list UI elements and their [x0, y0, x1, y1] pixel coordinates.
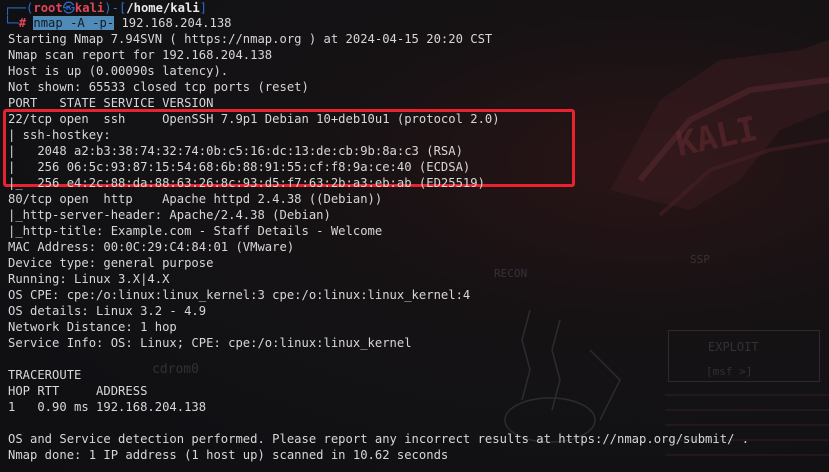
- wallpaper-exploit-box: [668, 330, 820, 382]
- output-line: Nmap done: 1 IP address (1 host up) scan…: [8, 448, 449, 462]
- prompt-separator: )-[: [104, 1, 127, 15]
- output-line: OS CPE: cpe:/o:linux:linux_kernel:3 cpe:…: [8, 288, 471, 302]
- output-line: Service Info: OS: Linux; CPE: cpe:/o:lin…: [8, 336, 412, 350]
- wallpaper-exploit-text: EXPLOIT: [708, 340, 759, 354]
- prompt-corner: ┌──(: [4, 1, 34, 15]
- wallpaper-ssp-text: SSP: [690, 253, 710, 266]
- output-line: Starting Nmap 7.94SVN ( https://nmap.org…: [8, 32, 493, 46]
- prompt-path: /home/kali: [126, 1, 200, 15]
- output-line-ssh-rsa: | 2048 a2:b3:38:74:32:74:0b:c5:16:dc:13:…: [8, 144, 463, 158]
- output-line-http-port: 80/tcp open http Apache httpd 2.4.38 ((D…: [8, 192, 383, 206]
- kali-wallpaper-logo-icon: [610, 40, 829, 217]
- command-flag-a: -A: [70, 16, 85, 30]
- prompt-hash: #: [18, 16, 27, 30]
- command-space: [62, 16, 71, 30]
- wallpaper-binary-pattern-icon: [665, 394, 829, 456]
- output-line: HOP RTT ADDRESS: [8, 384, 148, 398]
- wallpaper-kali-text: KALI: [672, 108, 761, 166]
- prompt-at-symbol: ㉿: [62, 1, 75, 15]
- prompt-bracket: ]: [199, 1, 207, 15]
- wallpaper-msf-text: [msf >]: [706, 365, 753, 378]
- output-line-ssh-port: 22/tcp open ssh OpenSSH 7.9p1 Debian 10+…: [8, 112, 500, 126]
- command-target: 192.168.204.138: [114, 16, 232, 30]
- output-line: |_http-title: Example.com - Staff Detail…: [8, 224, 383, 238]
- prompt-corner-bottom: └─: [4, 16, 19, 30]
- output-line: Device type: general purpose: [8, 256, 214, 270]
- output-line: Host is up (0.00090s latency).: [8, 64, 229, 78]
- output-line: OS and Service detection performed. Plea…: [8, 432, 750, 446]
- command-nmap: nmap: [33, 16, 63, 30]
- output-line-ssh-ed25519: |_ 256 e4:2c:88:da:88:63:26:8c:93:d5:f7:…: [8, 176, 485, 190]
- wallpaper-cdrom-text: cdrom0: [152, 362, 199, 377]
- prompt-header-line: ┌──(root㉿kali)-[/home/kali]: [4, 1, 207, 17]
- output-line-traceroute: TRACEROUTE: [8, 368, 82, 382]
- output-line: Network Distance: 1 hop: [8, 320, 177, 334]
- output-line: OS details: Linux 3.2 - 4.9: [8, 304, 207, 318]
- wallpaper-recon-text: RECON: [494, 267, 528, 280]
- output-line: Nmap scan report for 192.168.204.138: [8, 48, 273, 62]
- output-line-ssh-hostkey: | ssh-hostkey:: [8, 128, 111, 142]
- command-space: [84, 16, 93, 30]
- command-line[interactable]: └─# nmap -A -p- 192.168.204.138: [4, 16, 232, 32]
- output-line: MAC Address: 00:0C:29:C4:84:01 (VMware): [8, 240, 295, 254]
- output-line: |_http-server-header: Apache/2.4.38 (Deb…: [8, 208, 331, 222]
- output-line: 1 0.90 ms 192.168.204.138: [8, 400, 207, 414]
- output-line: Not shown: 65533 closed tcp ports (reset…: [8, 80, 309, 94]
- output-line-ssh-ecdsa: | 256 06:5c:93:87:15:54:68:6b:88:91:55:c…: [8, 160, 471, 174]
- prompt-user: root: [33, 1, 63, 15]
- command-flag-p: -p-: [92, 16, 115, 30]
- prompt-host: kali: [74, 1, 105, 15]
- terminal-window[interactable]: KALI SSP RECON EXPLOIT [msf >] cdrom0 ┌─…: [0, 0, 829, 472]
- output-line: Running: Linux 3.X|4.X: [8, 272, 170, 286]
- output-line: PORT STATE SERVICE VERSION: [8, 96, 214, 110]
